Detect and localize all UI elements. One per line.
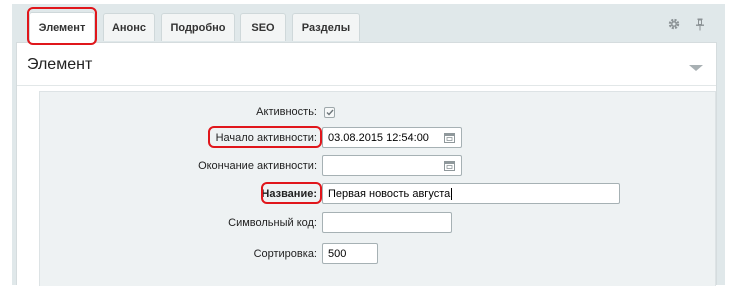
element-panel: Элемент Активность: Начало активности: 0… [16,42,717,286]
code-input[interactable] [322,212,452,233]
collapse-icon[interactable] [689,65,703,71]
sort-value: 500 [328,247,347,260]
tab-seo[interactable]: SEO [240,13,286,41]
active-label: Активность: [256,106,317,118]
element-edit-form: Элемент Анонс Подробно SEO Разделы Элеме… [12,4,725,286]
text-caret [451,187,453,200]
tab-bar: Элемент Анонс Подробно SEO Разделы [12,4,725,45]
name-input[interactable]: Первая новость августа [322,183,620,204]
check-icon [326,109,334,116]
active-from-label: Начало активности: [215,132,317,144]
sort-input[interactable]: 500 [322,243,378,264]
panel-divider [17,85,716,86]
name-label: Название: [261,188,317,200]
pin-icon[interactable] [693,17,707,31]
calendar-icon[interactable] [444,160,455,171]
active-to-label: Окончание активности: [198,160,317,172]
tab-sections[interactable]: Разделы [292,13,360,41]
active-checkbox[interactable] [324,107,335,118]
form-area: Активность: Начало активности: 03.08.201… [39,91,716,286]
tab-announce[interactable]: Анонс [103,13,155,41]
tab-details[interactable]: Подробно [161,13,235,41]
active-from-input[interactable]: 03.08.2015 12:54:00 [322,127,462,148]
panel-title: Элемент [27,56,93,73]
active-to-input[interactable] [322,155,462,176]
sort-label: Сортировка: [253,248,317,260]
active-from-value: 03.08.2015 12:54:00 [328,131,429,144]
name-value: Первая новость августа [328,187,451,200]
code-label: Символьный код: [228,217,317,229]
tab-element[interactable]: Элемент [29,12,95,43]
gear-icon[interactable] [667,17,681,31]
calendar-icon[interactable] [444,132,455,143]
